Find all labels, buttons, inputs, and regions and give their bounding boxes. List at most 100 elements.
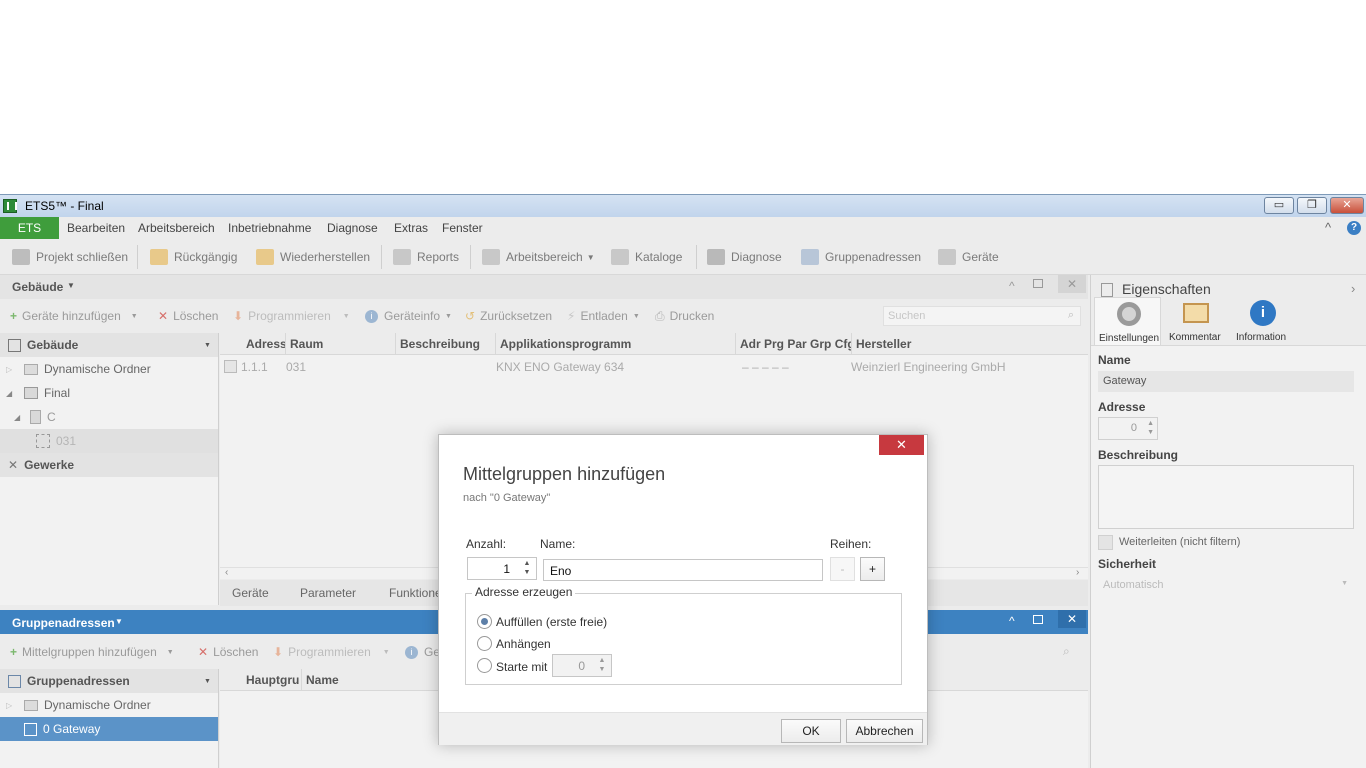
chevron-right-icon[interactable]: ›	[1351, 281, 1355, 296]
radio-fill-first-free[interactable]	[477, 614, 492, 629]
ok-button[interactable]: OK	[781, 719, 841, 743]
search-icon[interactable]: ⌕	[1068, 309, 1074, 322]
column-header-application[interactable]: Applikationsprogramm	[496, 333, 736, 355]
delete-button[interactable]: ✕ Löschen	[158, 309, 218, 323]
stepper-arrows-icon[interactable]: ▲ ▼	[1147, 419, 1154, 437]
start-with-stepper[interactable]: 0 ▲ ▼	[552, 654, 612, 677]
address-stepper[interactable]: 0 ▲ ▼	[1098, 417, 1158, 440]
building-search-input[interactable]: Suchen ⌕	[883, 306, 1081, 326]
diagnose-button[interactable]: Diagnose	[707, 247, 782, 267]
collapse-icon[interactable]: ◢	[14, 413, 26, 422]
close-project-button[interactable]: Projekt schließen	[12, 247, 128, 267]
undo-button[interactable]: Rückgängig	[150, 247, 237, 267]
collapse-icon[interactable]: ◢	[6, 389, 18, 398]
menu-extras[interactable]: Extras	[394, 221, 428, 235]
program-button[interactable]: ⬇ Programmieren ▼	[233, 309, 350, 323]
help-icon[interactable]: ?	[1347, 221, 1361, 235]
tree-item-final[interactable]: ◢ Final	[0, 381, 70, 405]
close-panel-icon[interactable]: ✕	[1058, 275, 1086, 293]
menu-inbetriebnahme[interactable]: Inbetriebnahme	[228, 221, 311, 235]
chevron-down-icon[interactable]: ▼	[115, 617, 123, 626]
scroll-left-icon[interactable]: ‹	[225, 567, 228, 578]
stepper-arrows-icon[interactable]: ▲ ▼	[522, 559, 532, 578]
column-header-manufacturer[interactable]: Hersteller	[852, 333, 1088, 355]
tab-parameters[interactable]: Parameter	[300, 586, 356, 600]
tree-item-c[interactable]: ◢ C	[0, 405, 56, 429]
tree-item-room-031[interactable]: 031	[0, 429, 218, 453]
close-window-button[interactable]: ✕	[1330, 197, 1364, 214]
description-field[interactable]	[1098, 465, 1354, 529]
column-header-main-group[interactable]: Hauptgru	[242, 669, 302, 691]
catalogs-button[interactable]: Kataloge	[611, 247, 682, 267]
redo-label: Wiederherstellen	[280, 250, 371, 264]
chevron-down-icon[interactable]: ▼	[67, 281, 75, 290]
minimize-button[interactable]: ▭	[1264, 197, 1294, 214]
column-header-description[interactable]: Beschreibung	[396, 333, 496, 355]
workspace-button[interactable]: Arbeitsbereich ▼	[482, 247, 595, 267]
chevron-up-icon[interactable]: ^	[1009, 279, 1015, 293]
device-info-button[interactable]: i Geräteinfo ▼	[365, 309, 452, 323]
expand-icon[interactable]: ▷	[6, 365, 18, 374]
column-header-flags[interactable]: Adr Prg Par Grp Cfg	[736, 333, 852, 355]
stepper-arrows-icon[interactable]: ▲ ▼	[597, 656, 607, 675]
chevron-down-icon[interactable]: ▼	[204, 342, 211, 349]
building-panel-title[interactable]: Gebäude	[12, 280, 63, 294]
radio-start-with[interactable]	[477, 658, 492, 673]
group-addresses-button[interactable]: Gruppenadressen	[801, 247, 921, 267]
reset-button[interactable]: ↺ Zurücksetzen	[465, 309, 552, 323]
forward-checkbox[interactable]	[1098, 535, 1113, 550]
download-icon: ⬇	[233, 309, 244, 323]
scroll-right-icon[interactable]: ›	[1076, 567, 1079, 578]
name-field[interactable]: Gateway	[1098, 371, 1354, 392]
tab-devices[interactable]: Geräte	[232, 586, 269, 600]
security-select[interactable]: Automatisch ▼	[1098, 575, 1354, 596]
reports-button[interactable]: Reports	[393, 247, 459, 267]
add-devices-button[interactable]: + Geräte hinzufügen ▼	[10, 309, 138, 323]
ets-menu-button[interactable]: ETS	[0, 217, 59, 239]
radio-append[interactable]	[477, 636, 492, 651]
menu-fenster[interactable]: Fenster	[442, 221, 483, 235]
building-tree-header[interactable]: Gebäude ▼	[0, 333, 218, 357]
column-header-room[interactable]: Raum	[286, 333, 396, 355]
name-input[interactable]: Eno	[543, 559, 823, 581]
group-tree-header-label: Gruppenadressen	[27, 674, 130, 688]
remove-row-button[interactable]: -	[830, 557, 855, 581]
delete-button[interactable]: ✕ Löschen	[198, 645, 258, 659]
cancel-button[interactable]: Abbrechen	[846, 719, 923, 743]
maximize-panel-icon[interactable]	[1033, 615, 1043, 624]
count-stepper[interactable]: 1 ▲ ▼	[467, 557, 537, 580]
maximize-panel-icon[interactable]	[1033, 279, 1043, 288]
menu-bearbeiten[interactable]: Bearbeiten	[67, 221, 125, 235]
devices-button[interactable]: Geräte	[938, 247, 999, 267]
chevron-down-icon[interactable]: ▼	[204, 678, 211, 685]
search-icon[interactable]: ⌕	[1063, 644, 1070, 659]
add-middle-groups-button[interactable]: + Mittelgruppen hinzufügen ▼	[10, 645, 174, 659]
group-info-button[interactable]: i Ge	[405, 645, 440, 659]
add-row-button[interactable]: +	[860, 557, 885, 581]
print-button[interactable]: ⎙ Drucken	[655, 309, 714, 324]
menu-diagnose[interactable]: Diagnose	[327, 221, 378, 235]
close-dialog-button[interactable]: ✕	[879, 435, 924, 455]
tab-information[interactable]: i Information	[1231, 297, 1297, 345]
tab-settings[interactable]: Einstellungen	[1094, 297, 1161, 345]
restore-button[interactable]: ❐	[1297, 197, 1327, 214]
unload-button[interactable]: ⚡ Entladen ▼	[567, 309, 640, 323]
group-panel-title[interactable]: Gruppenadressen	[12, 616, 115, 630]
tree-item-trades[interactable]: ✕ Gewerke	[0, 453, 218, 477]
tools-icon: ✕	[8, 458, 19, 472]
tab-comment[interactable]: Kommentar	[1163, 297, 1229, 345]
column-header-address[interactable]: Adresse	[242, 333, 286, 355]
chevron-up-icon[interactable]: ^	[1009, 614, 1015, 628]
close-panel-icon[interactable]: ✕	[1058, 610, 1086, 628]
expand-icon[interactable]: ▷	[6, 701, 18, 710]
tree-item-dynamic-folders[interactable]: ▷ Dynamische Ordner	[0, 357, 151, 381]
group-tree-header[interactable]: Gruppenadressen ▼	[0, 669, 218, 693]
collapse-ribbon-icon[interactable]: ^	[1325, 220, 1331, 235]
tree-item-dynamic-folders[interactable]: ▷ Dynamische Ordner	[0, 693, 151, 717]
add-devices-label: Geräte hinzufügen	[22, 309, 121, 323]
menu-arbeitsbereich[interactable]: Arbeitsbereich	[138, 221, 215, 235]
tree-item-0-gateway[interactable]: 0 Gateway	[0, 717, 218, 741]
tab-functions[interactable]: Funktione	[389, 586, 442, 600]
program-button[interactable]: ⬇ Programmieren ▼	[273, 645, 390, 659]
redo-button[interactable]: Wiederherstellen	[256, 247, 370, 267]
